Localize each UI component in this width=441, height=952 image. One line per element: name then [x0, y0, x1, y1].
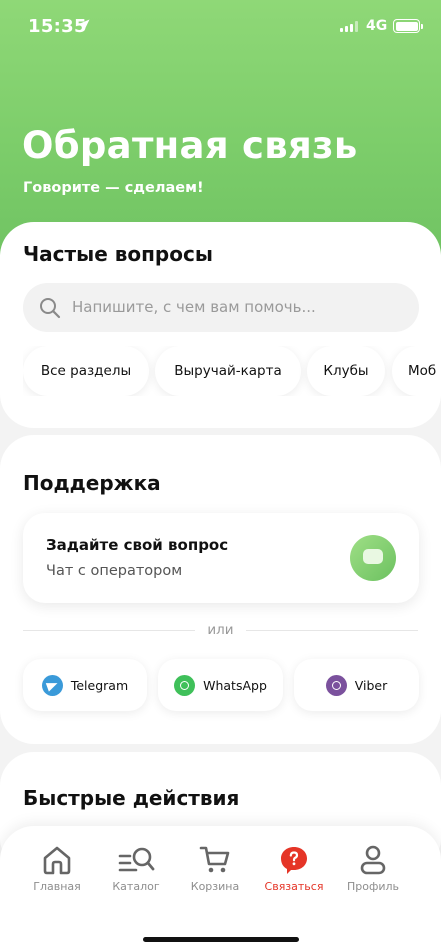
viber-icon	[325, 674, 347, 696]
status-bar: 15:35 4G	[0, 0, 441, 54]
home-indicator	[143, 937, 299, 942]
profile-icon	[360, 845, 386, 875]
faq-card: Частые вопросы Напишите, с чем вам помоч…	[0, 222, 441, 428]
chip-clubs[interactable]: Клубы	[307, 346, 385, 396]
tab-contact[interactable]: Связаться	[254, 844, 334, 904]
support-title: Поддержка	[23, 471, 161, 495]
tab-catalog[interactable]: Каталог	[96, 844, 176, 904]
home-icon	[43, 846, 71, 875]
whatsapp-icon	[174, 674, 196, 696]
tab-profile-label: Профиль	[346, 880, 400, 893]
tab-profile[interactable]: Профиль	[333, 844, 413, 904]
cart-icon	[199, 846, 230, 873]
chip-vyruchai-card[interactable]: Выручай-карта	[155, 346, 301, 396]
ask-question-title: Задайте свой вопрос	[46, 536, 229, 554]
tab-catalog-label: Каталог	[112, 880, 160, 893]
chip-all-sections[interactable]: Все разделы	[23, 346, 149, 396]
status-time: 15:35	[28, 16, 87, 37]
catalog-search-icon	[118, 847, 155, 872]
tab-home[interactable]: Главная	[17, 844, 97, 904]
telegram-label: Telegram	[70, 677, 129, 693]
tab-cart-label: Корзина	[190, 880, 240, 893]
ask-question-subtitle: Чат с оператором	[46, 563, 183, 579]
telegram-button[interactable]: Telegram	[23, 659, 147, 711]
signal-icon	[340, 21, 358, 32]
tab-cart[interactable]: Корзина	[175, 844, 255, 904]
tab-home-label: Главная	[33, 880, 81, 893]
support-card: Поддержка Задайте свой вопрос Чат с опер…	[0, 435, 441, 744]
tab-contact-label: Связаться	[264, 880, 324, 893]
telegram-icon	[41, 674, 63, 696]
chip-mobile[interactable]: Моб	[392, 346, 441, 396]
search-input[interactable]: Напишите, с чем вам помочь...	[23, 283, 419, 332]
question-bubble-icon	[281, 847, 307, 874]
network-type: 4G	[366, 18, 388, 34]
chat-bubble-icon	[350, 535, 396, 581]
page-title: Обратная связь	[22, 124, 358, 167]
search-icon	[40, 298, 61, 319]
whatsapp-label: WhatsApp	[203, 677, 267, 693]
page-subtitle: Говорите — сделаем!	[23, 180, 204, 196]
quick-actions-title: Быстрые действия	[23, 786, 240, 810]
location-arrow-icon	[79, 19, 90, 30]
battery-icon	[393, 19, 423, 33]
divider-right	[246, 630, 418, 631]
bottom-tab-bar: Главная Каталог Корзина Связаться Профил…	[0, 826, 441, 952]
faq-title: Частые вопросы	[23, 242, 213, 266]
ask-question-button[interactable]: Задайте свой вопрос Чат с оператором	[23, 513, 419, 603]
whatsapp-button[interactable]: WhatsApp	[158, 659, 283, 711]
search-placeholder: Напишите, с чем вам помочь...	[72, 298, 316, 316]
faq-chips: Все разделы Выручай-карта Клубы Моб	[23, 346, 441, 396]
viber-label: Viber	[354, 677, 388, 693]
viber-button[interactable]: Viber	[294, 659, 419, 711]
